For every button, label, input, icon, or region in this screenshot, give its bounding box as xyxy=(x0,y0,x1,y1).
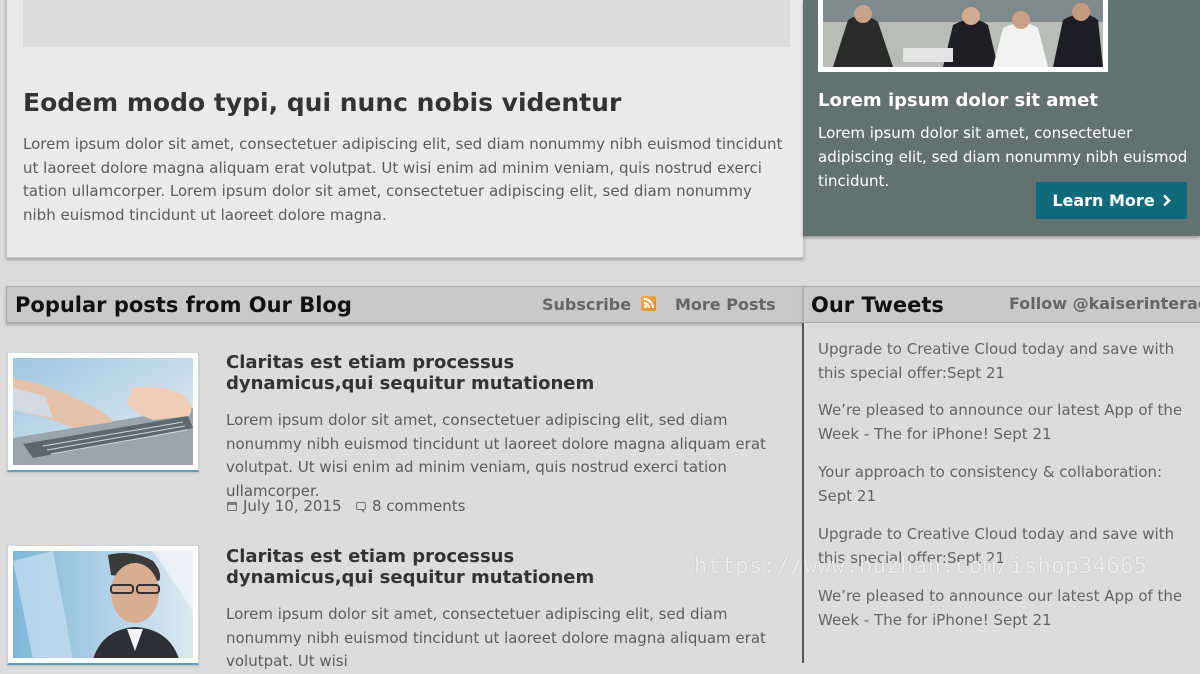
post-comments-text: 8 comments xyxy=(372,497,466,515)
chevron-right-icon xyxy=(1162,194,1171,207)
businessman-photo xyxy=(13,551,193,658)
laptop-typing-photo xyxy=(13,358,193,465)
subscribe-link[interactable]: Subscribe xyxy=(542,295,631,314)
feature-image-placeholder xyxy=(23,0,790,47)
post-thumbnail[interactable] xyxy=(7,352,199,472)
tweet-item[interactable]: We’re pleased to announce our latest App… xyxy=(818,399,1190,446)
calendar-icon xyxy=(227,501,237,511)
post-date-text: July 10, 2015 xyxy=(243,497,342,515)
post-thumbnail[interactable] xyxy=(7,545,199,665)
comment-icon xyxy=(356,502,366,513)
post-title[interactable]: Claritas est etiam processus dynamicus,q… xyxy=(226,546,626,588)
blog-section-title: Popular posts from Our Blog xyxy=(15,293,352,317)
learn-more-label: Learn More xyxy=(1052,191,1155,210)
tweet-item[interactable]: Your approach to consistency & collabora… xyxy=(818,461,1190,508)
tweets-section-header: Our Tweets Follow @kaiserinteract xyxy=(803,286,1200,323)
post-excerpt: Lorem ipsum dolor sit amet, consectetuer… xyxy=(226,605,766,670)
tweet-item[interactable]: Upgrade to Creative Cloud today and save… xyxy=(818,338,1190,385)
post-date: July 10, 2015 xyxy=(227,497,342,515)
post-comments[interactable]: 8 comments xyxy=(356,497,465,515)
team-meeting-photo[interactable] xyxy=(818,0,1108,72)
blog-section-header: Popular posts from Our Blog Subscribe Mo… xyxy=(6,286,804,323)
learn-more-button[interactable]: Learn More xyxy=(1036,182,1187,219)
post-excerpt: Lorem ipsum dolor sit amet, consectetuer… xyxy=(226,411,766,500)
feature-text: Lorem ipsum dolor sit amet, consectetuer… xyxy=(23,135,783,224)
post-title[interactable]: Claritas est etiam processus dynamicus,q… xyxy=(226,352,626,394)
tweets-list: Upgrade to Creative Cloud today and save… xyxy=(802,323,1200,663)
more-posts-link[interactable]: More Posts xyxy=(675,295,776,314)
rss-icon[interactable] xyxy=(641,296,656,311)
tweet-item[interactable]: We’re pleased to announce our latest App… xyxy=(818,585,1190,632)
follow-link[interactable]: Follow @kaiserinteract xyxy=(1009,294,1200,313)
tweets-section-title: Our Tweets xyxy=(811,293,944,317)
promo-title: Lorem ipsum dolor sit amet xyxy=(818,90,1098,111)
feature-title[interactable]: Eodem modo typi, qui nunc nobis videntur xyxy=(23,88,621,117)
watermark-text: https://www.huzhan.com/ishop34665 xyxy=(694,554,1148,579)
promo-panel: Lorem ipsum dolor sit amet Lorem ipsum d… xyxy=(803,0,1200,236)
feature-card: Eodem modo typi, qui nunc nobis videntur… xyxy=(6,0,804,258)
